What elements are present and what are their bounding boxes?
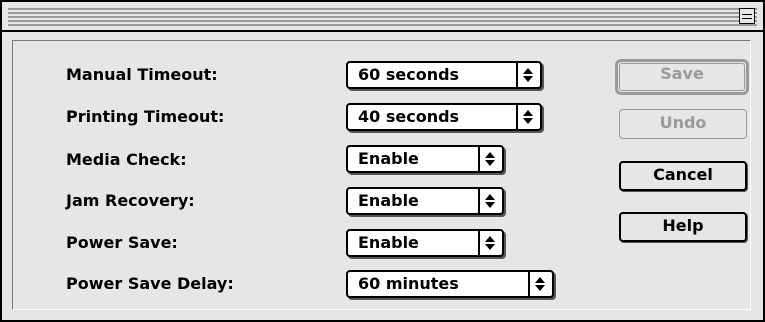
media-check-value: Enable bbox=[358, 149, 419, 168]
up-down-arrows-icon bbox=[478, 147, 502, 171]
up-down-arrows-icon bbox=[516, 63, 540, 87]
jam-recovery-value: Enable bbox=[358, 191, 419, 210]
power-save-label: Power Save: bbox=[66, 233, 178, 252]
up-down-arrows-icon bbox=[478, 189, 502, 213]
help-button[interactable]: Help bbox=[619, 212, 747, 242]
up-down-arrows-icon bbox=[478, 231, 502, 255]
undo-button[interactable]: Undo bbox=[619, 109, 747, 139]
up-down-arrows-icon bbox=[516, 105, 540, 129]
power-save-delay-value: 60 minutes bbox=[358, 274, 459, 293]
settings-panel: Manual Timeout: 60 seconds Printing Time… bbox=[12, 40, 751, 310]
manual-timeout-popup[interactable]: 60 seconds bbox=[346, 61, 542, 89]
printing-timeout-value: 40 seconds bbox=[358, 107, 460, 126]
jam-recovery-label: Jam Recovery: bbox=[66, 191, 195, 210]
printing-timeout-popup[interactable]: 40 seconds bbox=[346, 103, 542, 131]
manual-timeout-value: 60 seconds bbox=[358, 65, 460, 84]
window-collapse-icon[interactable] bbox=[739, 8, 755, 24]
save-button[interactable]: Save bbox=[615, 59, 749, 95]
up-down-arrows-icon bbox=[528, 272, 552, 296]
media-check-popup[interactable]: Enable bbox=[346, 145, 504, 173]
power-save-delay-label: Power Save Delay: bbox=[66, 274, 234, 293]
cancel-button[interactable]: Cancel bbox=[619, 161, 747, 191]
power-save-value: Enable bbox=[358, 233, 419, 252]
power-save-delay-popup[interactable]: 60 minutes bbox=[346, 270, 554, 298]
manual-timeout-label: Manual Timeout: bbox=[66, 65, 218, 84]
media-check-label: Media Check: bbox=[66, 150, 187, 169]
jam-recovery-popup[interactable]: Enable bbox=[346, 187, 504, 215]
settings-window: Manual Timeout: 60 seconds Printing Time… bbox=[0, 0, 765, 322]
printing-timeout-label: Printing Timeout: bbox=[66, 107, 225, 126]
title-bar[interactable] bbox=[2, 2, 763, 32]
save-button-label: Save bbox=[619, 63, 745, 91]
power-save-popup[interactable]: Enable bbox=[346, 229, 504, 257]
